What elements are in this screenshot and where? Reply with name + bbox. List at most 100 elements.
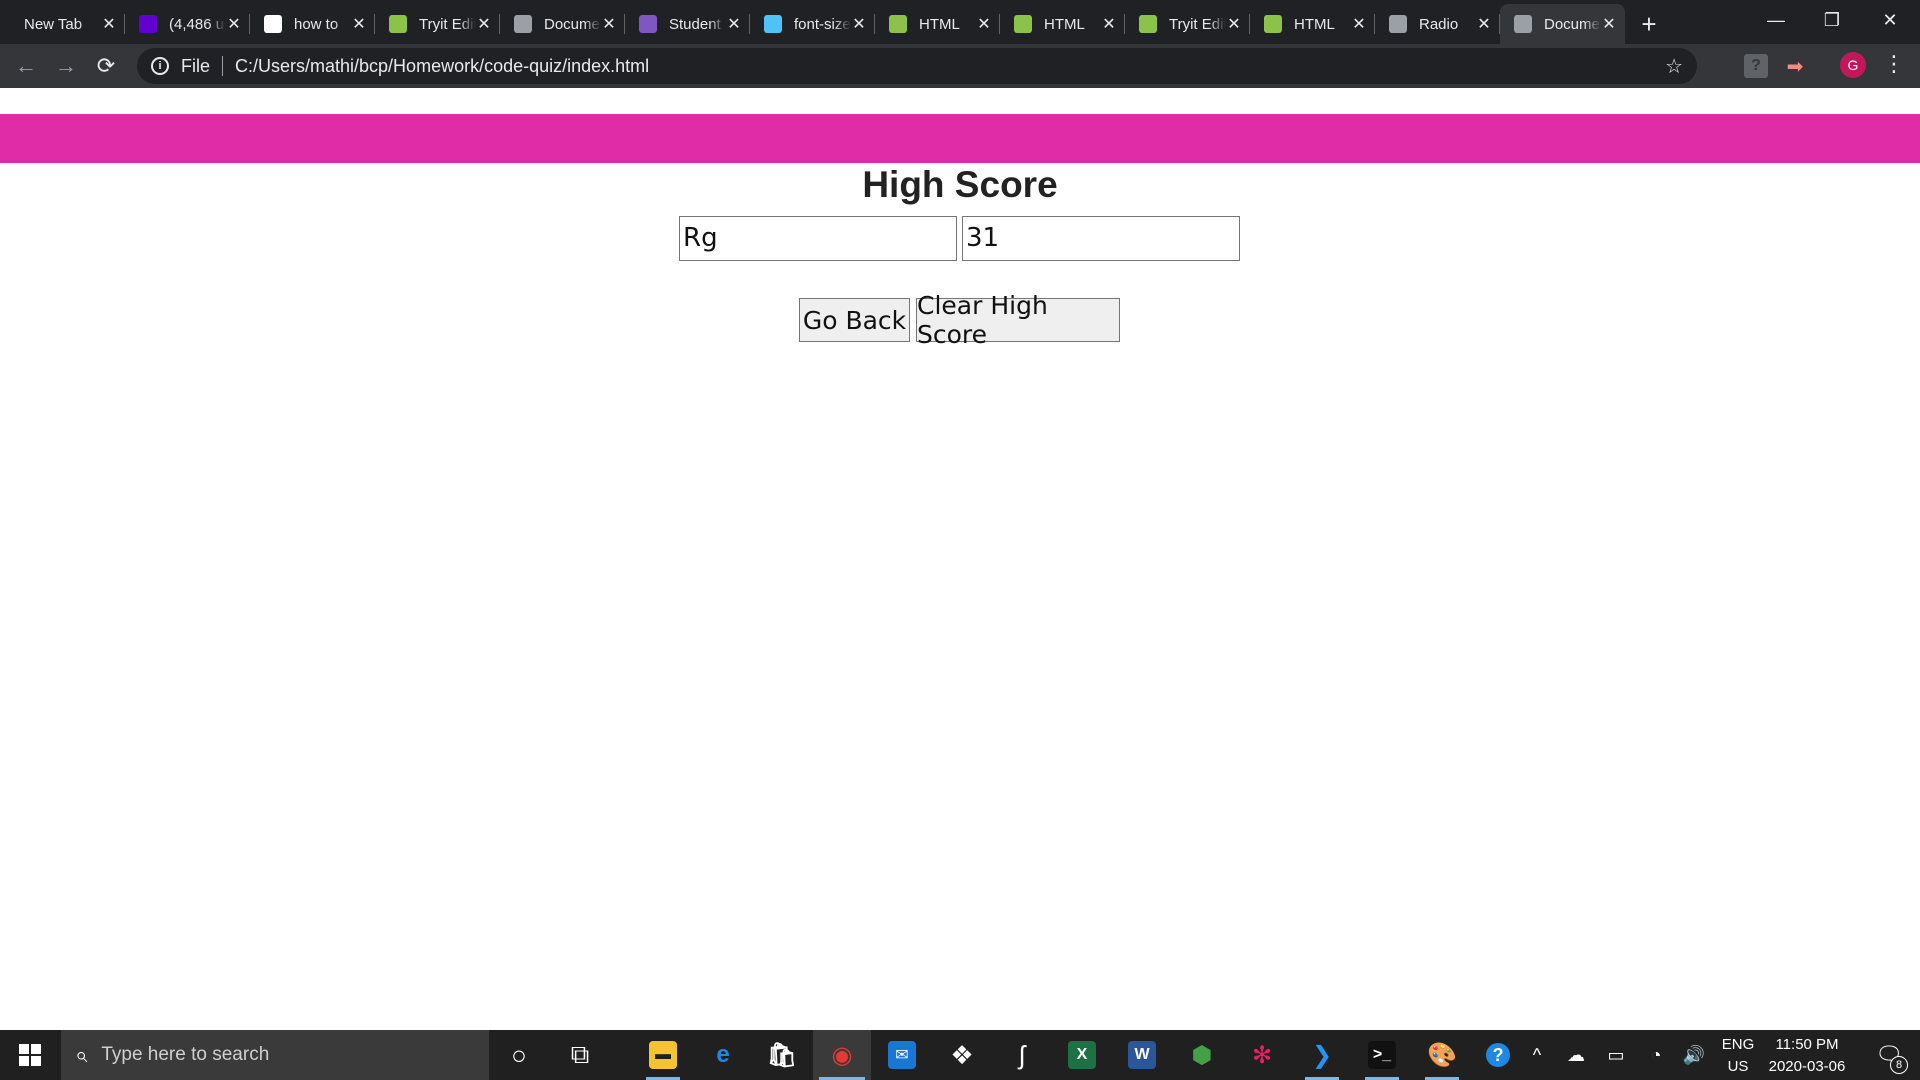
- excel-taskbar-button[interactable]: X: [1053, 1030, 1111, 1080]
- taskbar-clock[interactable]: 11:50 PM 2020-03-06: [1762, 1034, 1852, 1078]
- mail-icon: ✉: [888, 1041, 916, 1069]
- clock-time: 11:50 PM: [1775, 1036, 1839, 1053]
- browser-tab[interactable]: Tryit Editor✕: [1125, 4, 1250, 44]
- new-tab-button[interactable]: +: [1629, 4, 1669, 44]
- address-bar[interactable]: i File C:/Users/mathi/bcp/Homework/code-…: [137, 48, 1697, 84]
- slack-taskbar-button[interactable]: ✻: [1233, 1030, 1291, 1080]
- close-tab-icon[interactable]: ✕: [1476, 14, 1492, 34]
- notification-count-badge: 8: [1890, 1056, 1908, 1074]
- input-language-indicator[interactable]: ENG US: [1718, 1034, 1758, 1078]
- app-s-taskbar-button[interactable]: ʃ: [993, 1030, 1051, 1080]
- browser-tab[interactable]: New Tab ✕: [0, 4, 125, 44]
- close-tab-icon[interactable]: ✕: [1351, 14, 1367, 34]
- browser-tab[interactable]: HTML ✕: [1000, 4, 1125, 44]
- paint-taskbar-button[interactable]: 🎨: [1413, 1030, 1471, 1080]
- terminal-taskbar-button[interactable]: >_: [1353, 1030, 1411, 1080]
- onedrive-cloud-icon[interactable]: ☁: [1558, 1030, 1594, 1080]
- edge-taskbar-button[interactable]: e: [694, 1030, 752, 1080]
- close-tab-icon[interactable]: ✕: [726, 14, 742, 34]
- cortana-taskbar-button[interactable]: ○: [490, 1030, 548, 1080]
- list-icon: [639, 15, 657, 33]
- file-explorer-taskbar-button[interactable]: ▬: [634, 1030, 692, 1080]
- chrome-taskbar-button[interactable]: ◉: [813, 1030, 871, 1080]
- browser-tab[interactable]: Student ✕: [625, 4, 750, 44]
- address-divider: [222, 56, 224, 76]
- browser-tab-strip: New Tab✕(4,486 unread)✕how to✕Tryit Edit…: [0, 0, 1920, 44]
- task-view-taskbar-button[interactable]: ⧉: [551, 1030, 609, 1080]
- extension-arrow-icon[interactable]: ➡: [1783, 54, 1807, 78]
- close-tab-icon[interactable]: ✕: [101, 14, 117, 34]
- nodejs-taskbar-button[interactable]: ⬢: [1173, 1030, 1231, 1080]
- action-center-button[interactable]: 🗨 8: [1864, 1030, 1914, 1080]
- browser-tab[interactable]: Document✕: [1500, 4, 1625, 44]
- mail-taskbar-button[interactable]: ✉: [873, 1030, 931, 1080]
- store-taskbar-button[interactable]: 🛍: [753, 1030, 811, 1080]
- link-icon: [1389, 15, 1407, 33]
- minimize-button[interactable]: —: [1748, 0, 1804, 40]
- browser-tab[interactable]: how to ✕: [250, 4, 375, 44]
- close-tab-icon[interactable]: ✕: [1226, 14, 1242, 34]
- terminal-icon: >_: [1368, 1041, 1396, 1069]
- close-tab-icon[interactable]: ✕: [976, 14, 992, 34]
- header-banner: [0, 114, 1920, 163]
- profile-avatar[interactable]: G: [1840, 52, 1866, 78]
- browser-tab[interactable]: Document✕: [500, 4, 625, 44]
- bookmark-icon: [764, 15, 782, 33]
- word-icon: W: [1128, 1041, 1156, 1069]
- page-title: High Score: [862, 164, 1058, 205]
- tab-title: (4,486 unread): [169, 15, 226, 33]
- task-view-icon: ⧉: [570, 1039, 590, 1069]
- tab-title: Document: [544, 15, 601, 33]
- slack-icon: ✻: [1251, 1041, 1273, 1069]
- vscode-taskbar-button[interactable]: ❯: [1293, 1030, 1351, 1080]
- reload-button[interactable]: ⟳: [86, 46, 126, 86]
- site-info-icon[interactable]: i: [151, 57, 169, 75]
- maximize-button[interactable]: ❐: [1804, 0, 1860, 40]
- google-icon: [264, 15, 282, 33]
- browser-tab[interactable]: Tryit Editor✕: [375, 4, 500, 44]
- forward-button[interactable]: →: [46, 46, 86, 86]
- browser-tab[interactable]: HTML ✕: [875, 4, 1000, 44]
- battery-icon[interactable]: ▭: [1598, 1030, 1634, 1080]
- go-back-button[interactable]: Go Back: [799, 298, 910, 342]
- store-icon: 🛍: [766, 1041, 798, 1069]
- tray-help-icon[interactable]: ?: [1480, 1030, 1516, 1080]
- browser-tab[interactable]: Radio ✕: [1375, 4, 1500, 44]
- volume-icon[interactable]: 🔊: [1676, 1030, 1712, 1080]
- nodejs-icon: ⬢: [1191, 1041, 1213, 1069]
- close-tab-icon[interactable]: ✕: [851, 14, 867, 34]
- dropbox-taskbar-button[interactable]: ❖: [933, 1030, 991, 1080]
- w3schools-icon: [1139, 15, 1157, 33]
- tab-title: HTML: [919, 15, 960, 33]
- tab-title: Radio: [1419, 15, 1459, 33]
- scheme-label: File: [181, 55, 211, 76]
- clear-high-score-button[interactable]: Clear High Score: [916, 291, 1120, 349]
- globe-icon: [1514, 15, 1532, 33]
- tabs-container: New Tab✕(4,486 unread)✕how to✕Tryit Edit…: [0, 4, 1625, 44]
- wifi-icon[interactable]: ◔: [1638, 1030, 1674, 1080]
- back-button[interactable]: ←: [6, 46, 46, 86]
- show-hidden-icons-chevron-icon[interactable]: ^: [1520, 1030, 1554, 1080]
- close-tab-icon[interactable]: ✕: [476, 14, 492, 34]
- start-button[interactable]: [0, 1030, 60, 1080]
- extension-help-icon[interactable]: ?: [1744, 54, 1768, 78]
- taskbar-search-box[interactable]: ⌕ Type here to search: [61, 1030, 489, 1080]
- browser-tab[interactable]: (4,486 unread)✕: [125, 4, 250, 44]
- browser-menu-icon[interactable]: ⋮: [1882, 46, 1906, 82]
- app-s-icon: ʃ: [1019, 1039, 1025, 1070]
- close-tab-icon[interactable]: ✕: [601, 14, 617, 34]
- browser-tab[interactable]: font-size ✕: [750, 4, 875, 44]
- tab-title: Tryit Editor: [1169, 15, 1226, 33]
- browser-tab[interactable]: HTML ✕: [1250, 4, 1375, 44]
- keyboard-region: US: [1727, 1058, 1749, 1075]
- word-taskbar-button[interactable]: W: [1113, 1030, 1171, 1080]
- initials-field[interactable]: Rg: [679, 216, 957, 261]
- score-field[interactable]: 31: [962, 216, 1240, 261]
- close-tab-icon[interactable]: ✕: [1101, 14, 1117, 34]
- url-text[interactable]: C:/Users/mathi/bcp/Homework/code-quiz/in…: [235, 56, 649, 77]
- close-tab-icon[interactable]: ✕: [226, 14, 242, 34]
- bookmark-star-icon[interactable]: ☆: [1665, 54, 1683, 79]
- close-tab-icon[interactable]: ✕: [1601, 14, 1617, 34]
- close-window-button[interactable]: ✕: [1862, 0, 1918, 40]
- close-tab-icon[interactable]: ✕: [351, 14, 367, 34]
